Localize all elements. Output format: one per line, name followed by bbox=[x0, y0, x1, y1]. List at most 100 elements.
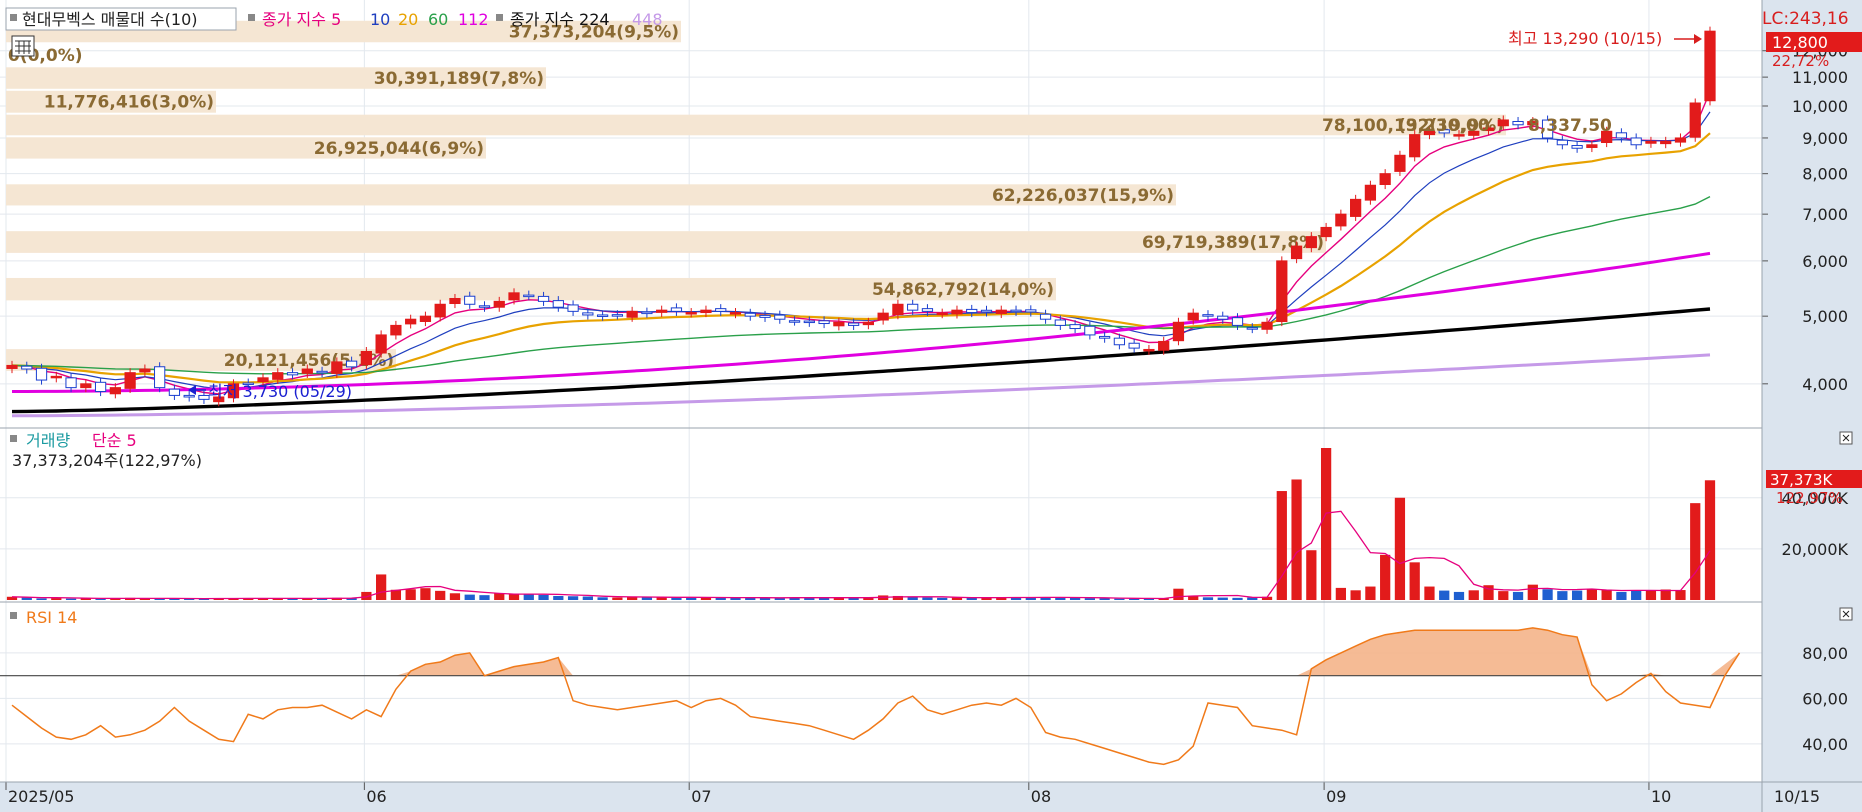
last-volume-ratio: 122,97% bbox=[1776, 489, 1843, 507]
volume-bar bbox=[1468, 590, 1479, 600]
volume-bar bbox=[1217, 597, 1228, 600]
chart-window: 37,373,204(9,5%) 0(0,0%) 30,391,189(7,8%) 1… bbox=[0, 0, 1862, 812]
price-tick-label: 6,000 bbox=[1802, 252, 1848, 271]
candle-body bbox=[124, 372, 136, 389]
volume-bar bbox=[1114, 598, 1125, 600]
candle-body bbox=[1025, 309, 1037, 313]
volume-bar bbox=[567, 596, 579, 600]
candle-body bbox=[951, 309, 963, 315]
price-tick-label: 9,000 bbox=[1802, 129, 1848, 148]
volume-bar bbox=[1512, 591, 1524, 600]
candle-body bbox=[1069, 324, 1081, 330]
volume-bar bbox=[1409, 562, 1420, 600]
candle-body bbox=[1615, 132, 1628, 139]
volume-panel-close-icon[interactable] bbox=[1839, 431, 1853, 445]
time-tick-label: 2025/05 bbox=[8, 787, 74, 806]
candle-body bbox=[1172, 321, 1185, 342]
candle-body bbox=[109, 387, 121, 395]
candle-body bbox=[862, 321, 875, 326]
candle-body bbox=[35, 367, 48, 381]
candle-body bbox=[1084, 325, 1096, 336]
rsi-title: RSI 14 bbox=[26, 608, 77, 627]
volume-bar bbox=[922, 597, 933, 600]
volume-bar bbox=[376, 574, 387, 600]
candle-body bbox=[966, 308, 978, 314]
candle-body bbox=[1320, 226, 1332, 238]
candle-body bbox=[523, 294, 535, 298]
volume-bar bbox=[1335, 587, 1346, 600]
volume-bar bbox=[582, 596, 593, 600]
calculator-icon[interactable] bbox=[11, 35, 35, 57]
last-volume: 37,373K bbox=[1770, 471, 1833, 489]
candle-body bbox=[390, 324, 402, 336]
volume-bar bbox=[597, 597, 608, 600]
volume-bar bbox=[1350, 590, 1361, 600]
candle-body bbox=[360, 350, 372, 366]
volume-bar bbox=[1394, 497, 1406, 600]
candle-body bbox=[94, 381, 107, 392]
time-tick-label: 10 bbox=[1651, 787, 1671, 806]
candle-body bbox=[656, 309, 668, 313]
candle-body bbox=[774, 314, 786, 320]
candle-body bbox=[508, 292, 520, 301]
volume-profile-extra-label: (9,230,00 bbox=[1398, 116, 1490, 136]
candle-body bbox=[1039, 313, 1052, 320]
candle-body bbox=[21, 365, 33, 370]
candle-body bbox=[803, 320, 815, 324]
candle-body bbox=[1379, 173, 1391, 185]
volume-profile-label: 54,862,792(14,0%) bbox=[872, 280, 1054, 300]
legend-ma10: 10 bbox=[370, 10, 390, 29]
volume-bar bbox=[1306, 550, 1317, 600]
candle-body bbox=[65, 377, 77, 389]
candle-body bbox=[1512, 120, 1524, 126]
price-tick-label: 8,000 bbox=[1802, 165, 1848, 184]
legend-ma60: 60 bbox=[428, 10, 448, 29]
price-tick-label: 5,000 bbox=[1802, 307, 1848, 326]
candle-body bbox=[154, 366, 166, 389]
rsi-panel-close-icon[interactable] bbox=[1839, 607, 1853, 621]
candle-body bbox=[685, 312, 697, 315]
volume-profile-bar bbox=[6, 114, 1506, 136]
legend-ma112: 112 bbox=[458, 10, 489, 29]
volume-profile-label: 62,226,037(15,9%) bbox=[992, 186, 1174, 206]
volume-bar bbox=[1542, 589, 1553, 600]
volume-profile-extra-label-2: 8,337,50 bbox=[1528, 116, 1612, 136]
candle-body bbox=[272, 372, 284, 380]
price-tick-label: 4,000 bbox=[1802, 375, 1848, 394]
candle-body bbox=[1143, 348, 1155, 352]
candle-body bbox=[1394, 154, 1406, 172]
volume-bar bbox=[1453, 591, 1465, 600]
candle-body bbox=[464, 295, 476, 305]
candle-body bbox=[1660, 140, 1672, 145]
price-tick-label: 11,000 bbox=[1792, 68, 1848, 87]
volume-bar bbox=[479, 595, 490, 600]
candle-body bbox=[50, 375, 62, 379]
candle-body bbox=[641, 311, 653, 315]
volume-bar bbox=[1675, 590, 1686, 600]
candle-body bbox=[1128, 342, 1140, 349]
candle-body bbox=[892, 303, 904, 316]
volume-bar bbox=[464, 594, 475, 600]
volume-bar bbox=[1202, 597, 1214, 600]
volume-bar bbox=[1631, 590, 1642, 600]
candle-body bbox=[419, 315, 432, 322]
rsi-tick-label: 60,00 bbox=[1802, 689, 1848, 708]
candle-body bbox=[1217, 315, 1229, 320]
volume-ma-label: 단순 5 bbox=[92, 431, 137, 450]
legend-title: 현대무벡스 매물대 수(10) bbox=[22, 10, 198, 29]
volume-profile-label: 26,925,044(6,9%) bbox=[314, 139, 484, 159]
candle-body bbox=[1630, 137, 1642, 146]
stock-chart[interactable]: 37,373,204(9,5%)0(0,0%)30,391,189(7,8%)1… bbox=[0, 0, 1862, 812]
candle-body bbox=[1645, 140, 1657, 144]
rsi-tick-label: 40,00 bbox=[1802, 735, 1848, 754]
volume-bar bbox=[553, 595, 564, 600]
volume-bar bbox=[1690, 503, 1701, 600]
volume-bar bbox=[1571, 590, 1583, 600]
candle-body bbox=[582, 312, 594, 316]
candle-body bbox=[788, 320, 801, 323]
volume-bar bbox=[1232, 597, 1243, 600]
volume-bar bbox=[1439, 590, 1450, 600]
lc-label: LC:243,16 bbox=[1762, 9, 1849, 29]
time-axis-area bbox=[0, 782, 1862, 812]
volume-bar bbox=[1276, 491, 1287, 600]
